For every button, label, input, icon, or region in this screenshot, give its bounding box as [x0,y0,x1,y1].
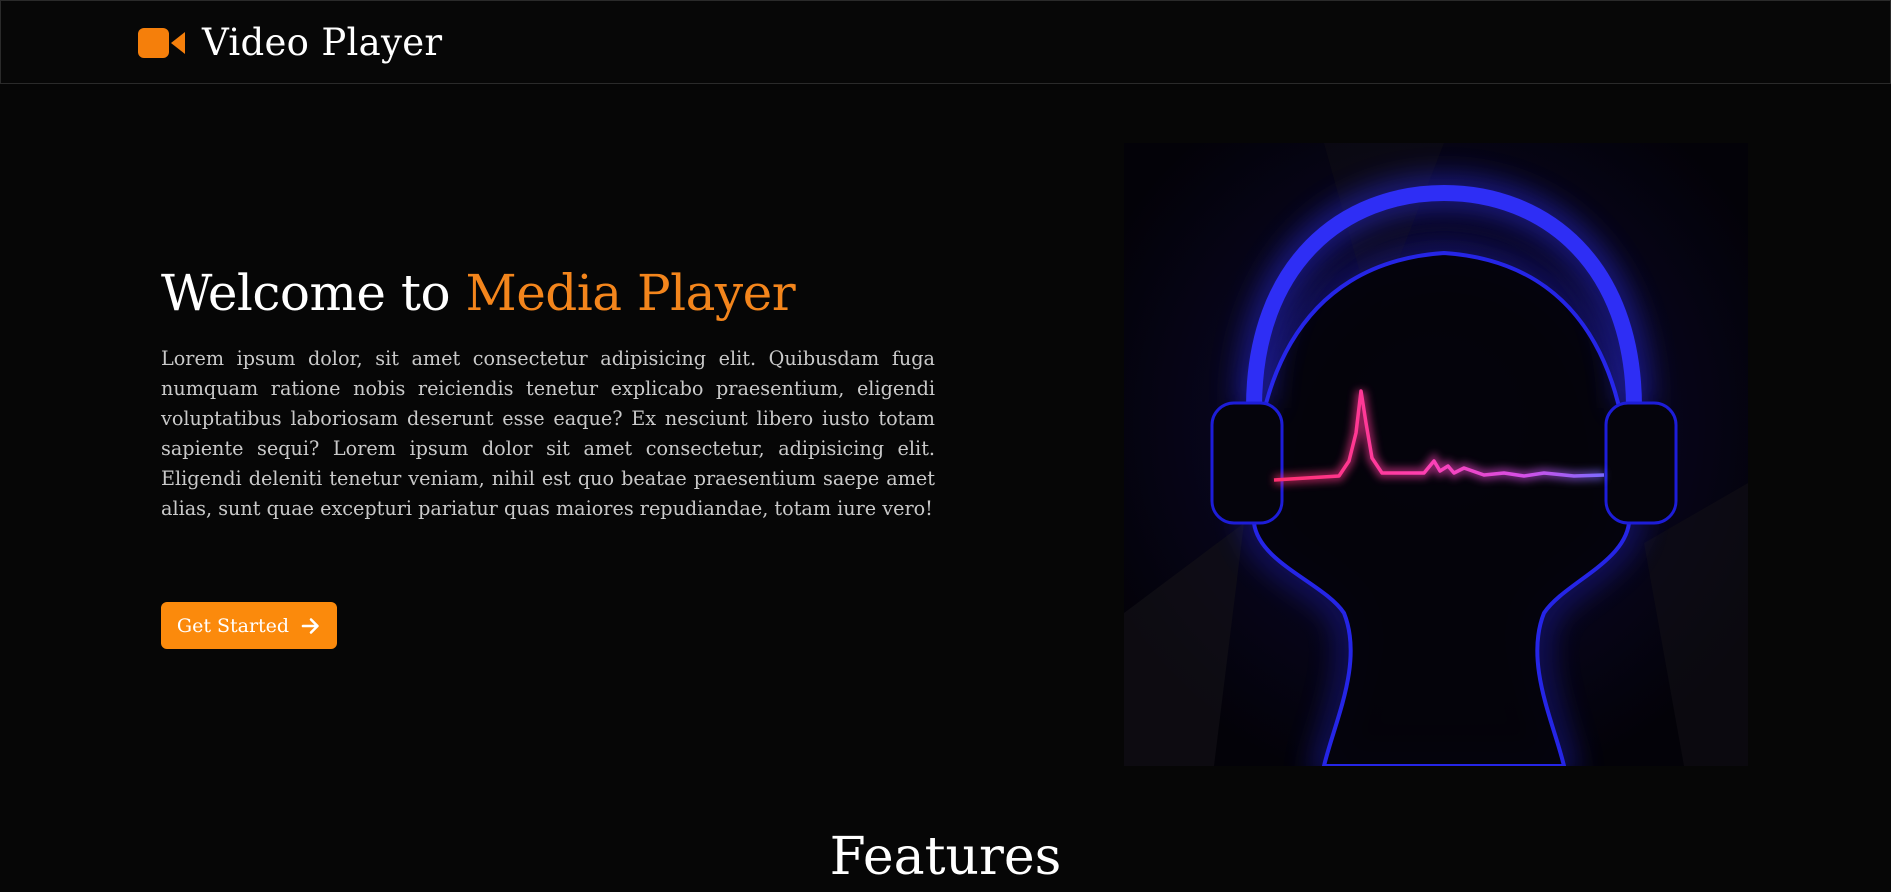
navbar: Video Player [0,0,1891,84]
brand-link[interactable]: Video Player [138,21,442,64]
hero-image [1124,143,1748,766]
features-title: Features [829,827,1062,887]
hero-description: Lorem ipsum dolor, sit amet consectetur … [161,347,935,520]
hero-title: Welcome to Media Player [161,262,935,324]
brand-title: Video Player [202,21,443,64]
arrow-right-icon [301,617,319,634]
video-camera-icon [138,27,186,59]
hero-title-prefix: Welcome to [161,264,466,322]
get-started-label: Get Started [176,614,290,637]
hero-title-accent: Media Player [465,264,796,322]
get-started-button[interactable]: Get Started [161,602,337,649]
hero-section: Welcome to Media Player Lorem ipsum dolo… [161,262,935,524]
headphones-illustration [1124,143,1748,766]
